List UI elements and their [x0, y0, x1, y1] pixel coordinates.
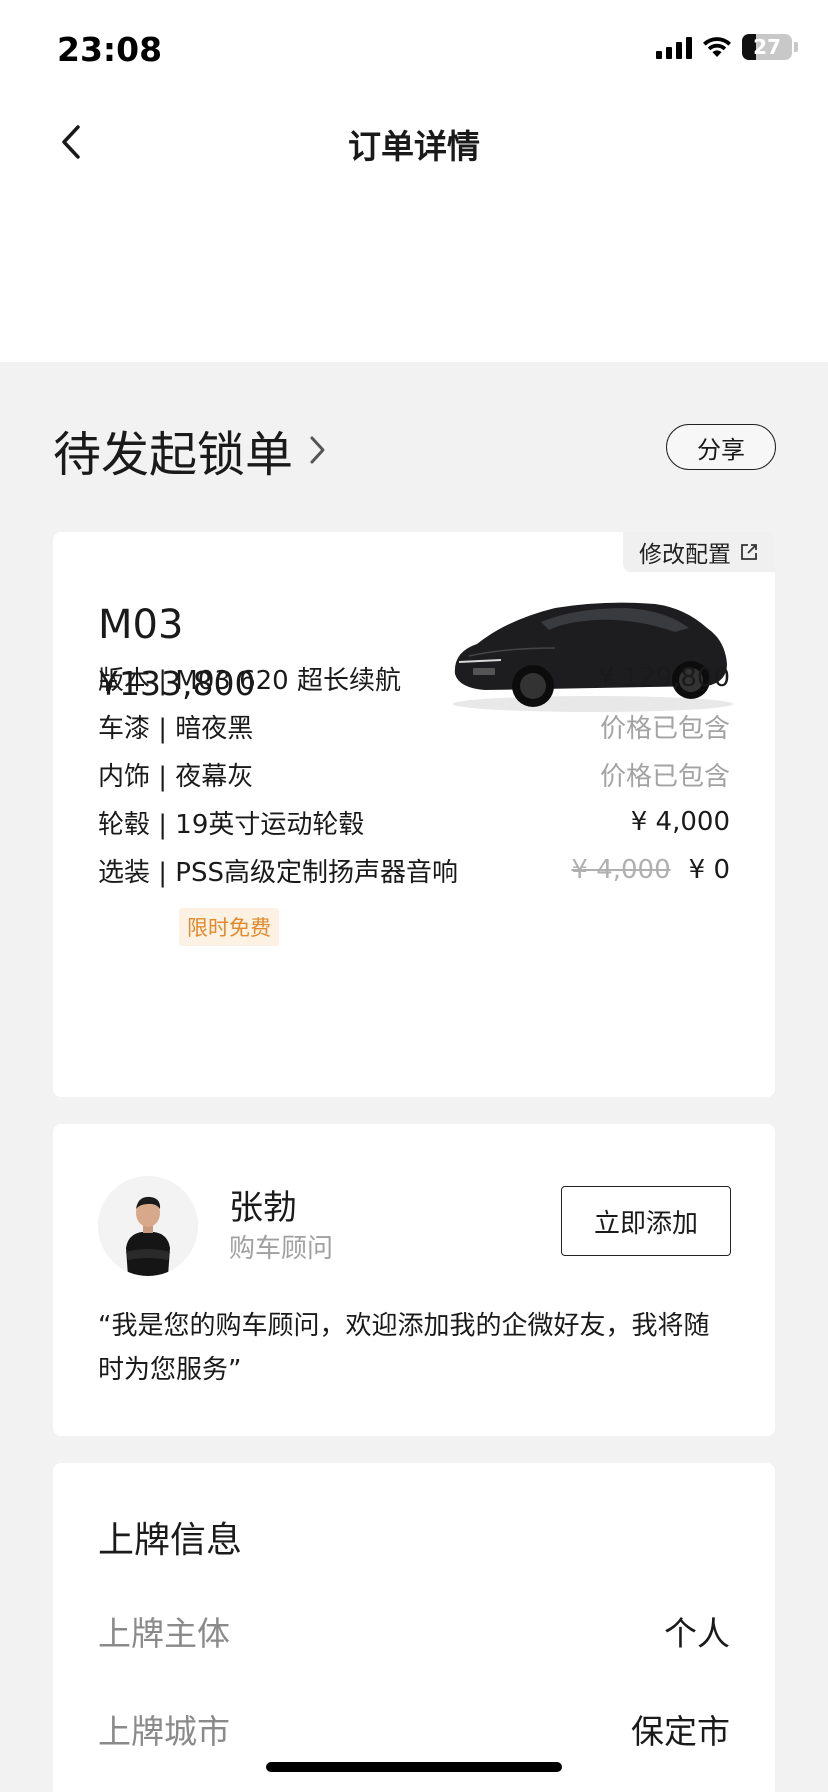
battery-level: 27 — [753, 35, 781, 59]
modify-config-label: 修改配置 — [639, 542, 731, 568]
info-value: 个人 — [664, 1614, 730, 1653]
spec-label: 内饰 | 夜幕灰 — [98, 761, 254, 792]
info-label: 上牌主体 — [98, 1614, 230, 1653]
order-status[interactable]: 待发起锁单 — [53, 415, 329, 485]
advisor-quote: “我是您的购车顾问，欢迎添加我的企微好友，我将随时为您服务” — [98, 1311, 710, 1385]
spec-value-group: ¥ 4,000 ¥ 0 — [571, 855, 730, 885]
advisor-name: 张勃 — [229, 1188, 297, 1228]
model-name: M03 — [98, 602, 184, 648]
advisor-photo — [98, 1176, 198, 1276]
spec-value: ¥ 129,800 — [597, 663, 730, 693]
info-row-city: 上牌城市 保定市 — [98, 1705, 730, 1753]
info-label: 上牌城市 — [98, 1712, 230, 1751]
spec-label: 轮毂 | 19英寸运动轮毂 — [98, 809, 365, 840]
section-title: 上牌信息 — [98, 1520, 243, 1561]
spec-label: 选装 | PSS高级定制扬声器音响 — [98, 857, 458, 888]
modify-config-button[interactable]: 修改配置 — [623, 532, 775, 572]
spec-row-wheels: 轮毂 | 19英寸运动轮毂 ¥ 4,000 — [98, 804, 730, 840]
spec-value: 价格已包含 — [599, 713, 730, 744]
home-indicator — [266, 1762, 562, 1772]
spec-value: 价格已包含 — [599, 761, 730, 792]
info-value: 保定市 — [631, 1712, 730, 1751]
advisor-card: 张勃 购车顾问 立即添加 “我是您的购车顾问，欢迎添加我的企微好友，我将随时为您… — [53, 1124, 775, 1436]
share-button[interactable]: 分享 — [666, 424, 776, 470]
wifi-icon — [703, 37, 731, 57]
plate-info-card: 上牌信息 上牌主体 个人 上牌城市 保定市 — [53, 1463, 775, 1792]
spec-label: 车漆 | 暗夜黑 — [98, 713, 254, 744]
spec-value: ¥ 0 — [688, 855, 730, 885]
chevron-right-icon — [310, 436, 325, 464]
status-time: 23:08 — [57, 30, 163, 69]
spec-label: 版本 | M03 620 超长续航 — [98, 665, 401, 696]
spec-value: ¥ 4,000 — [630, 807, 730, 837]
add-advisor-button[interactable]: 立即添加 — [561, 1186, 731, 1256]
car-image — [453, 602, 733, 712]
battery-cap — [794, 42, 798, 52]
page-title: 订单详情 — [348, 127, 480, 166]
advisor-role: 购车顾问 — [229, 1234, 334, 1264]
external-link-icon — [741, 544, 757, 560]
spec-row-paint: 车漆 | 暗夜黑 价格已包含 — [98, 708, 730, 744]
avatar — [98, 1176, 198, 1276]
spec-row-interior: 内饰 | 夜幕灰 价格已包含 — [98, 756, 730, 792]
promo-tag: 限时免费 — [179, 908, 279, 946]
original-price: ¥ 4,000 — [571, 855, 671, 885]
info-row-subject: 上牌主体 个人 — [98, 1607, 730, 1655]
spec-row-version: 版本 | M03 620 超长续航 ¥ 129,800 — [98, 660, 730, 696]
vehicle-config-card: 修改配置 M03 ¥133,800 版本 | M03 620 超长续航 ¥ 12… — [53, 532, 775, 1097]
battery-icon: 27 — [742, 34, 792, 60]
signal-icon — [656, 35, 692, 59]
order-status-label: 待发起锁单 — [53, 427, 294, 483]
spec-row-option: 选装 | PSS高级定制扬声器音响 ¥ 4,000 ¥ 0 — [98, 852, 730, 888]
status-icons: 27 — [656, 34, 798, 60]
